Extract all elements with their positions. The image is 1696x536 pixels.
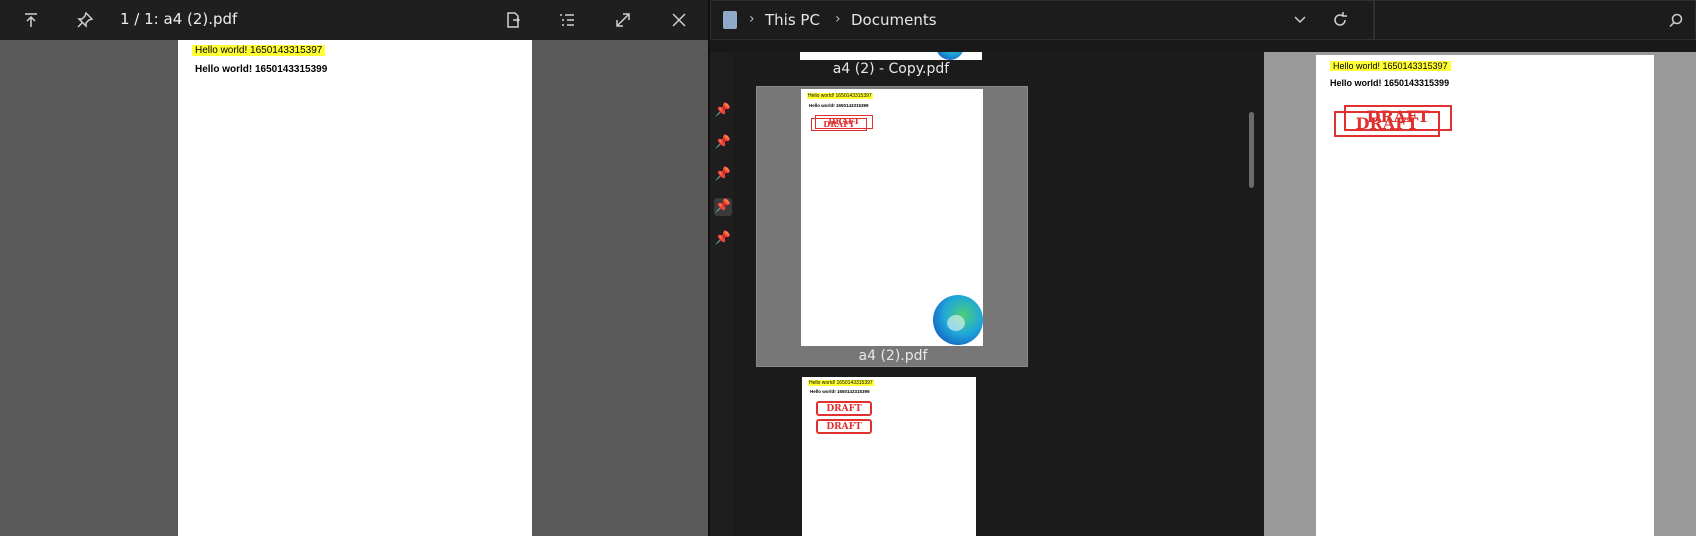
breadcrumb-documents[interactable]: Documents xyxy=(851,11,937,29)
highlighted-text: Hello world! 1650143315397 xyxy=(1330,61,1451,71)
search-icon[interactable] xyxy=(1663,8,1689,32)
pin-icon[interactable]: 📌 xyxy=(714,166,732,184)
pin-icon[interactable]: 📌 xyxy=(714,230,732,248)
pin-icon[interactable]: 📌 xyxy=(714,102,732,120)
draft-stamp: DRAFT xyxy=(811,118,867,131)
file-thumbnail: Hello world! 1650143315397 Hello world! … xyxy=(801,89,983,346)
pin-icon[interactable]: 📌 xyxy=(714,134,732,152)
refresh-icon[interactable] xyxy=(1327,8,1353,32)
open-file-icon[interactable] xyxy=(500,8,526,32)
preview-page: Hello world! 1650143315397 Hello world! … xyxy=(1316,55,1654,536)
viewer-title: 1 / 1: a4 (2).pdf xyxy=(120,10,238,28)
move-to-top-icon[interactable] xyxy=(18,8,44,32)
file-name: a4 (2).pdf xyxy=(858,348,928,364)
highlighted-text: Hello world! 1650143315397 xyxy=(192,45,326,56)
edge-logo-icon xyxy=(936,52,964,60)
search-input[interactable] xyxy=(1383,9,1643,31)
file-list: a4 (2) - Copy.pdf Hello world! 165014331… xyxy=(734,52,1264,536)
file-thumbnail xyxy=(800,52,982,60)
file-name: a4 (2) - Copy.pdf xyxy=(832,61,950,77)
close-icon[interactable] xyxy=(666,8,692,32)
bold-text: Hello world! 1650143315399 xyxy=(810,389,870,394)
pdf-page: Hello world! 1650143315397 Hello world! … xyxy=(178,40,532,536)
search-box[interactable] xyxy=(1374,0,1696,40)
documents-folder-icon xyxy=(723,11,737,29)
pin-icon[interactable]: 📌 xyxy=(714,198,732,216)
chevron-down-icon[interactable] xyxy=(1287,8,1313,32)
list-item[interactable]: Hello world! 1650143315397 Hello world! … xyxy=(802,377,976,536)
highlighted-text: Hello world! 1650143315397 xyxy=(807,93,873,99)
list-item[interactable]: a4 (2) - Copy.pdf xyxy=(800,52,982,82)
navigation-pane: 📌 📌 📌 📌 📌 xyxy=(710,52,734,536)
file-thumbnail: Hello world! 1650143315397 Hello world! … xyxy=(802,377,976,536)
draft-stamp: DRAFT xyxy=(816,419,872,434)
highlighted-text: Hello world! 1650143315397 xyxy=(808,380,874,386)
edge-logo-icon xyxy=(933,295,983,345)
list-item-selected[interactable]: Hello world! 1650143315397 Hello world! … xyxy=(756,86,1028,367)
bold-text: Hello world! 1650143315399 xyxy=(195,64,328,75)
bold-text: Hello world! 1650143315399 xyxy=(1330,78,1450,88)
chevron-right-icon: › xyxy=(749,11,755,27)
pin-icon[interactable] xyxy=(72,8,98,32)
scrollbar-thumb[interactable] xyxy=(1249,112,1254,188)
maximize-icon[interactable] xyxy=(610,8,636,32)
draft-stamp: DRAFT xyxy=(1334,111,1440,137)
viewer-toolbar: 1 / 1: a4 (2).pdf xyxy=(0,0,708,40)
pdf-viewer-window: 1 / 1: a4 (2).pdf Hello world! 165014331… xyxy=(0,0,708,536)
breadcrumb-this-pc[interactable]: This PC xyxy=(765,11,820,29)
address-bar[interactable]: › This PC › Documents xyxy=(710,0,1374,40)
draft-stamp: DRAFT xyxy=(816,401,872,416)
bold-text: Hello world! 1650143315399 xyxy=(809,103,869,108)
chevron-right-icon: › xyxy=(835,11,841,27)
outline-list-icon[interactable] xyxy=(554,8,580,32)
